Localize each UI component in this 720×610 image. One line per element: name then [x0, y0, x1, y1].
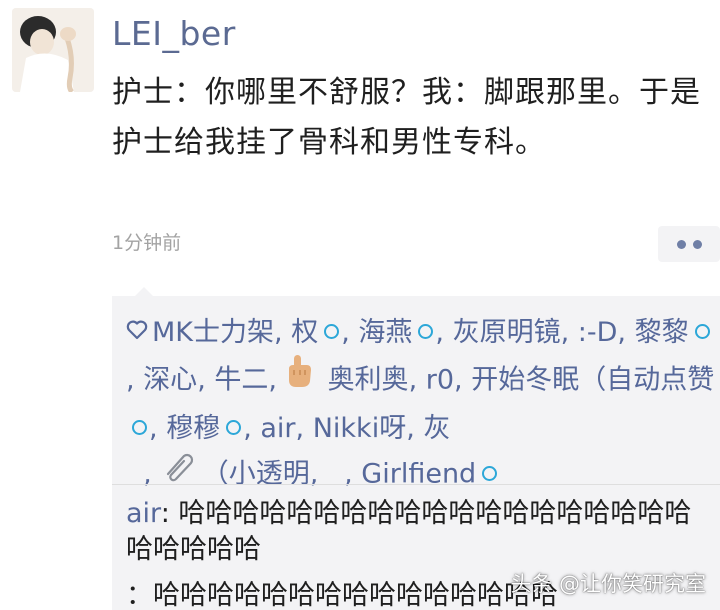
like-name[interactable]: 牛二	[214, 365, 268, 396]
like-name[interactable]: air	[260, 413, 295, 444]
post-text: 护士：你哪里不舒服？我：脚跟那里。于是护士给我挂了骨科和男性专科。	[112, 75, 701, 160]
likes-comments-panel: MK士力架, 权, 海燕, 灰原明镜, :-D, 黎黎, 深心, 牛二, 奥利奥…	[112, 287, 720, 610]
more-dots-icon	[677, 240, 686, 249]
avatar-image	[12, 8, 94, 92]
likes-list: MK士力架, 权, 海燕, 灰原明镜, :-D, 黎黎, 深心, 牛二, 奥利奥…	[126, 310, 716, 499]
divider	[112, 484, 720, 485]
comment-author[interactable]: air	[126, 498, 161, 529]
like-name[interactable]: 深心	[143, 365, 197, 396]
comment-text: 哈哈哈哈哈哈哈哈哈哈哈哈哈哈哈哈哈哈哈哈哈哈哈哈	[126, 498, 692, 565]
like-name[interactable]: MK士力架	[152, 317, 274, 348]
heart-icon	[126, 309, 148, 354]
timestamp: 1分钟前	[112, 232, 182, 254]
watermark: 头条 @让你笑研究室	[510, 572, 706, 596]
verified-badge-icon	[226, 420, 242, 435]
verified-badge-icon	[482, 465, 498, 481]
like-name[interactable]: 权	[291, 317, 318, 348]
avatar[interactable]	[12, 8, 94, 92]
like-name[interactable]: 开始冬眠（自动点赞	[471, 365, 714, 396]
comment-text: ：哈哈哈哈哈哈哈哈哈哈哈哈哈哈哈	[126, 580, 558, 610]
like-name[interactable]: 黎黎	[635, 317, 689, 348]
pointing-hand-icon	[283, 353, 313, 403]
like-name[interactable]: 奥利奥	[328, 365, 409, 396]
more-dots-icon	[693, 240, 702, 249]
like-name[interactable]: :-D	[578, 317, 618, 348]
like-name[interactable]: r0	[426, 365, 454, 396]
verified-badge-icon	[324, 324, 340, 339]
more-options-button[interactable]	[658, 226, 720, 262]
panel-notch	[134, 287, 154, 297]
verified-badge-icon	[132, 420, 147, 435]
verified-badge-icon	[418, 324, 434, 339]
like-name[interactable]: 穆穆	[166, 413, 220, 444]
like-name[interactable]: Nikki呀	[313, 413, 406, 444]
like-name[interactable]: 海燕	[358, 317, 412, 348]
paperclip-icon	[160, 448, 194, 496]
like-name[interactable]: 灰原明镜	[453, 317, 561, 348]
verified-badge-icon	[694, 324, 710, 339]
comment[interactable]: air: 哈哈哈哈哈哈哈哈哈哈哈哈哈哈哈哈哈哈哈哈哈哈哈哈	[126, 496, 711, 568]
like-name[interactable]: 灰	[423, 413, 450, 444]
username[interactable]: LEI_ber	[112, 14, 236, 53]
